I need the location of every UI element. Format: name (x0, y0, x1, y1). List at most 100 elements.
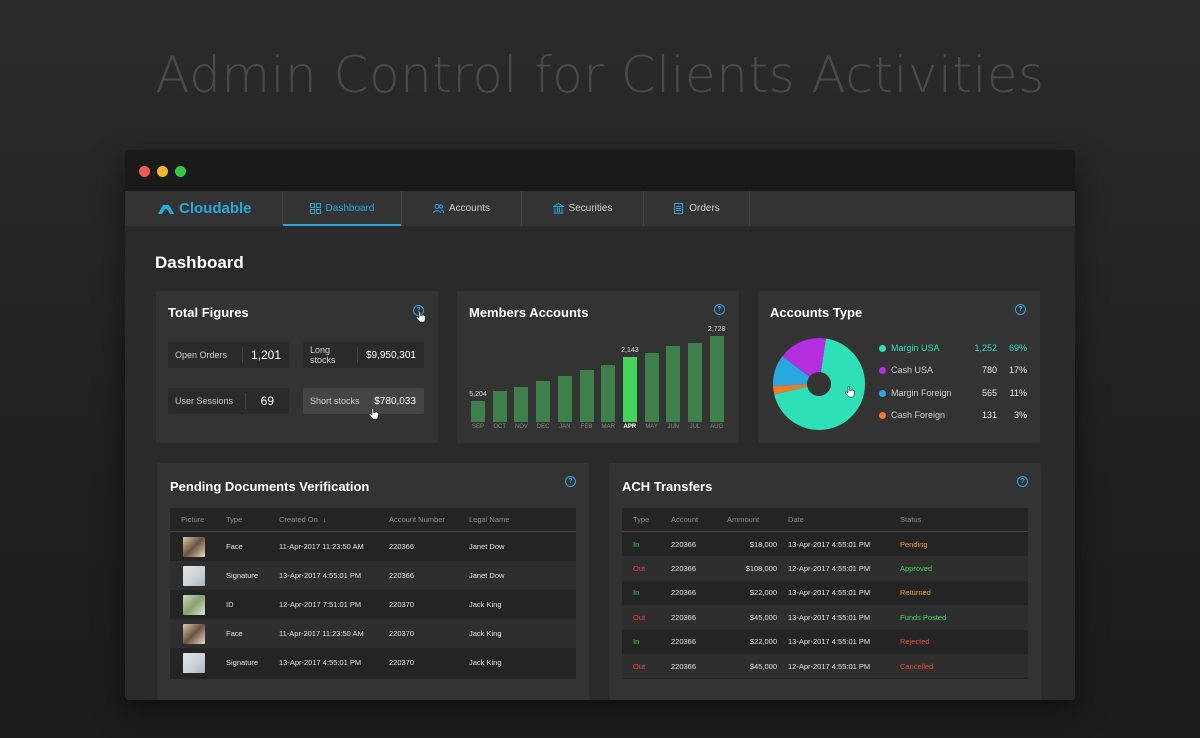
tab-orders[interactable]: Orders (643, 191, 750, 226)
chart-bar-nov[interactable] (514, 386, 529, 422)
short-stocks-stat[interactable]: Short stocks $780,033 (303, 388, 424, 414)
chart-bar-sep[interactable] (471, 401, 485, 422)
app-logo[interactable]: Cloudable (125, 191, 282, 226)
column-header-status[interactable]: Status (889, 515, 989, 524)
accounts-type-title: Accounts Type (770, 305, 863, 320)
chart-bar-jun[interactable] (666, 345, 681, 422)
amount-cell: $45,000 (749, 661, 777, 671)
help-icon[interactable]: ? (565, 476, 576, 487)
tab-dashboard[interactable]: Dashboard (282, 191, 401, 226)
legend-dot (879, 389, 886, 397)
signature-scan-thumbnail[interactable] (183, 565, 205, 586)
long-stocks-stat[interactable]: Long stocks $9,950,301 (303, 342, 424, 368)
help-icon[interactable]: ? (1017, 476, 1028, 487)
legend-count: 565 (981, 388, 997, 398)
created-on-cell: 11-Apr-2017 11:23:50 AM (279, 629, 364, 638)
tab-accounts[interactable]: Accounts (401, 191, 521, 226)
column-header-label: Created On (279, 515, 318, 524)
legal-name-cell: Janet Dow (469, 571, 505, 580)
table-row[interactable]: ID 12-Apr-2017 7:51:01 PM 220370 Jack King (170, 590, 576, 619)
chart-bar-feb[interactable] (579, 369, 594, 422)
status-cell: Approved (900, 564, 933, 574)
table-body: In 220366 $18,000 13-Apr-2017 4:55:01 PM Pen… (622, 532, 1028, 679)
help-icon[interactable]: ? (1015, 304, 1026, 315)
table-row[interactable]: Out 220366 $45,000 13-Apr-2017 4:55:01 PM Fu… (622, 605, 1028, 630)
pending-documents-card: Pending Documents Verification ? Picture… (157, 463, 589, 700)
chart-bar-may[interactable] (644, 352, 659, 422)
legend-cash-foreign[interactable]: Cash Foreign 131 3% (879, 409, 1027, 421)
legend-name: Cash Foreign (891, 410, 946, 420)
help-icon[interactable]: ? (714, 304, 725, 315)
column-header-created-on[interactable]: Created On ↓ (268, 515, 378, 524)
picture-cell (170, 565, 215, 586)
cloudable-logo-icon (158, 204, 174, 214)
table-row[interactable]: Out 220366 $45,000 12-Apr-2017 4:55:01 PM Ca… (622, 653, 1028, 679)
table-row[interactable]: Face 11-Apr-2017 11:23:50 AM 220366 Janet D… (170, 532, 576, 561)
status-cell: Pending (900, 539, 928, 549)
table-row[interactable]: In 220366 $22,000 13-Apr-2017 4:55:01 PM Ret… (622, 581, 1028, 605)
ach-transfers-table: Type Account Ammount Date Status In 22036… (622, 508, 1028, 679)
stat-value: 69 (260, 394, 274, 408)
table-row[interactable]: In 220366 $22,000 13-Apr-2017 4:55:01 PM Rej… (622, 630, 1028, 654)
open-orders-stat[interactable]: Open Orders 1,201 (168, 342, 289, 368)
hand-cursor-icon (845, 386, 855, 398)
column-header-legal-name[interactable]: Legal Name (458, 515, 576, 524)
legend-name: Margin USA (891, 343, 940, 353)
user-sessions-stat[interactable]: User Sessions 69 (168, 388, 289, 414)
chart-bar-jan[interactable] (557, 376, 572, 422)
chart-x-label: AUG (710, 424, 724, 430)
minimize-window-button[interactable] (157, 166, 168, 177)
total-figures-title: Total Figures (168, 305, 249, 320)
chart-bar-dec[interactable] (536, 380, 551, 422)
chart-bar-oct[interactable] (492, 391, 507, 422)
column-header-type[interactable]: Type (622, 515, 660, 524)
picture-cell (170, 652, 215, 673)
tab-securities[interactable]: Securities (521, 191, 643, 226)
column-header-account[interactable]: Account (660, 515, 716, 524)
table-row[interactable]: Out 220366 $108,000 12-Apr-2017 4:55:01 PM A… (622, 556, 1028, 581)
legend-cash-usa[interactable]: Cash USA 780 17% (879, 364, 1027, 376)
column-header-date[interactable]: Date (777, 515, 889, 524)
top-navbar: Cloudable Dashboard Accounts Securities … (125, 191, 1075, 226)
stat-label: User Sessions (175, 396, 234, 406)
column-header-account-number[interactable]: Account Number (378, 515, 458, 524)
table-body: Face 11-Apr-2017 11:23:50 AM 220366 Janet D… (170, 532, 576, 677)
stat-value: $780,033 (374, 395, 416, 407)
legend-margin-usa[interactable]: Margin USA 1,252 69% (879, 342, 1027, 354)
signature-scan-thumbnail[interactable] (183, 652, 205, 673)
legend-margin-foreign[interactable]: Margin Foreign 565 11% (879, 387, 1027, 399)
face-photo-thumbnail[interactable] (183, 536, 205, 557)
id-card-thumbnail[interactable] (183, 594, 205, 615)
chart-bar-apr[interactable] (622, 357, 637, 422)
account-cell: 220366 (671, 588, 697, 598)
maximize-window-button[interactable] (175, 166, 186, 177)
table-row[interactable]: Signature 13-Apr-2017 4:55:01 PM 220370 Jac… (170, 648, 576, 677)
chart-x-label: MAR (601, 424, 615, 430)
legal-name-cell: Jack King (469, 658, 502, 667)
account-cell: 220366 (671, 564, 697, 574)
type-cell: Face (226, 629, 243, 638)
close-window-button[interactable] (139, 166, 150, 177)
chart-x-label: NOV (514, 424, 528, 430)
ach-transfers-title: ACH Transfers (622, 479, 713, 494)
table-row[interactable]: Face 11-Apr-2017 11:23:50 AM 220370 Jack Ki… (170, 619, 576, 648)
status-cell: Rejected (900, 637, 930, 647)
table-row[interactable]: In 220366 $18,000 13-Apr-2017 4:55:01 PM Pen… (622, 532, 1028, 556)
date-cell: 13-Apr-2017 4:55:01 PM (788, 588, 871, 598)
type-cell: ID (226, 600, 234, 609)
legend-count: 780 (981, 365, 997, 375)
chart-bar-aug[interactable] (709, 336, 724, 422)
picture-cell (170, 536, 215, 557)
stat-value: 1,201 (250, 348, 281, 362)
document-icon (674, 203, 684, 214)
column-header-amount[interactable]: Ammount (716, 515, 777, 524)
pending-documents-title: Pending Documents Verification (170, 479, 370, 494)
table-row[interactable]: Signature 13-Apr-2017 4:55:01 PM 220366 Jan… (170, 561, 576, 590)
chart-bar-mar[interactable] (601, 364, 616, 422)
face-photo-thumbnail[interactable] (183, 623, 205, 644)
stat-label: Open Orders (175, 350, 228, 360)
users-icon (432, 204, 444, 214)
column-header-picture[interactable]: Picture (170, 515, 215, 524)
chart-bar-jul[interactable] (688, 343, 702, 422)
column-header-type[interactable]: Type (215, 515, 268, 524)
